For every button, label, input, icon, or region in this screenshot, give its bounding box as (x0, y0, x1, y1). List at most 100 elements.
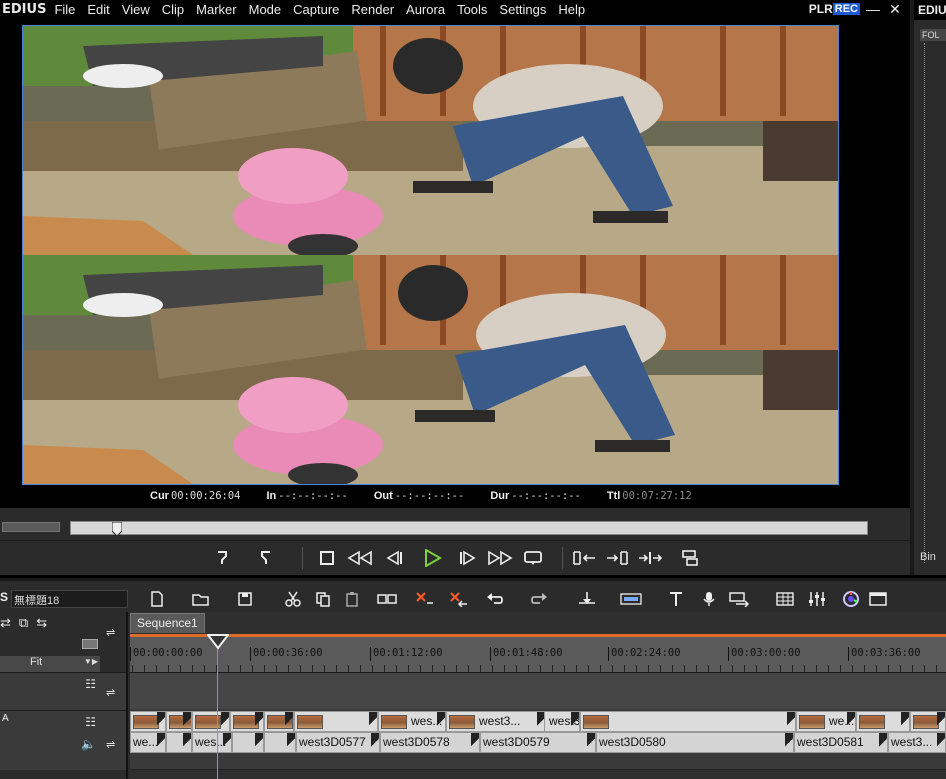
transition-marker[interactable] (183, 712, 191, 731)
ripple-delete-button[interactable] (447, 588, 471, 610)
export-button[interactable] (676, 546, 704, 570)
tab-sequence1[interactable]: Sequence1 (130, 613, 205, 633)
transition-marker[interactable] (847, 712, 855, 731)
zoom-scroll-handle[interactable] (82, 639, 98, 649)
set-marker-button[interactable] (575, 588, 599, 610)
transition-marker[interactable] (879, 733, 887, 752)
save-button[interactable] (233, 588, 257, 610)
fast-forward-button[interactable] (486, 546, 514, 570)
player-mode-button[interactable]: PLR (809, 2, 833, 16)
play-button[interactable] (418, 546, 446, 570)
replace-button[interactable] (636, 546, 664, 570)
voice-over-button[interactable] (697, 588, 721, 610)
transition-marker[interactable] (287, 733, 295, 752)
overwrite-button[interactable] (604, 546, 632, 570)
open-project-button[interactable] (189, 588, 213, 610)
menu-aurora[interactable]: Aurora (406, 2, 445, 17)
video-clip[interactable]: we... (796, 711, 856, 732)
step-forward-button[interactable] (454, 546, 482, 570)
track-monitor-icon[interactable]: ☷ (85, 677, 96, 691)
video-track[interactable] (130, 672, 946, 710)
audio-clip[interactable] (232, 732, 264, 753)
video-clip[interactable] (580, 711, 796, 732)
layout-button[interactable] (867, 588, 891, 610)
transition-marker[interactable] (471, 733, 479, 752)
sync-toggle-icon[interactable]: ⇌ (106, 738, 115, 751)
timeline-ruler[interactable]: 00:00:00:00 00:00:36:00 00:01:12:00 00:01:4… (130, 634, 946, 672)
cut-button[interactable] (281, 588, 305, 610)
transition-marker[interactable] (157, 733, 165, 752)
audio-clip[interactable] (166, 732, 192, 753)
transition-marker[interactable] (937, 733, 945, 752)
copy-button[interactable] (311, 588, 335, 610)
video-clip[interactable] (910, 711, 946, 732)
audio-clip[interactable]: west3D0581 (794, 732, 888, 753)
transition-marker[interactable] (183, 733, 191, 752)
video-clip[interactable]: west3... (446, 711, 546, 732)
stop-button[interactable] (313, 546, 341, 570)
folder-tree[interactable] (924, 43, 926, 563)
video-clip[interactable]: west3D0580 (544, 711, 580, 732)
audio-clip[interactable]: west3D0578 (380, 732, 480, 753)
transition-marker[interactable] (571, 712, 579, 731)
delete-button[interactable] (413, 588, 437, 610)
track-video-icon[interactable]: ☷ (85, 715, 96, 729)
track-expand-icon[interactable]: ⇄ (0, 615, 11, 637)
video-clip[interactable] (294, 711, 378, 732)
scrub-track[interactable] (70, 521, 868, 536)
playhead-line[interactable] (217, 634, 218, 779)
audio-clip[interactable]: west3... (888, 732, 946, 753)
transition-marker[interactable] (369, 712, 377, 731)
menu-tools[interactable]: Tools (457, 2, 487, 17)
redo-button[interactable] (527, 588, 551, 610)
output-button[interactable] (727, 588, 751, 610)
transition-marker[interactable] (937, 712, 945, 731)
set-out-button[interactable] (252, 546, 280, 570)
menu-capture[interactable]: Capture (293, 2, 339, 17)
render-settings-button[interactable] (773, 588, 797, 610)
menu-marker[interactable]: Marker (196, 2, 236, 17)
audio-clip[interactable]: west3D0579 (480, 732, 596, 753)
playhead-handle[interactable] (207, 634, 229, 650)
video-clip[interactable] (856, 711, 910, 732)
new-sequence-button[interactable] (145, 588, 169, 610)
menu-view[interactable]: View (122, 2, 150, 17)
audio-clip[interactable] (264, 732, 296, 753)
recorder-mode-button[interactable]: REC (832, 3, 860, 15)
step-back-button[interactable] (380, 546, 408, 570)
menu-settings[interactable]: Settings (499, 2, 546, 17)
transition-marker[interactable] (785, 733, 793, 752)
audio-clip[interactable]: west3D0577 (296, 732, 380, 753)
audio-clip[interactable]: we... (130, 732, 166, 753)
audio-clip[interactable]: wes... (192, 732, 232, 753)
paste-button[interactable] (341, 588, 365, 610)
menu-file[interactable]: File (54, 2, 75, 17)
timeline-area[interactable]: Sequence1 00:00:00:00 00:00:36:00 00:01:12… (130, 612, 946, 779)
mixer-button[interactable] (619, 588, 643, 610)
transition-marker[interactable] (221, 712, 229, 731)
folder-tab[interactable]: FOL (920, 29, 946, 41)
menu-render[interactable]: Render (351, 2, 394, 17)
transition-marker[interactable] (255, 733, 263, 752)
bin-tab[interactable]: Bin (920, 551, 936, 563)
title-button[interactable] (665, 588, 689, 610)
transition-marker[interactable] (587, 733, 595, 752)
video-clip[interactable]: wes... (378, 711, 446, 732)
video-clip[interactable] (192, 711, 230, 732)
sync-button[interactable] (375, 588, 399, 610)
zoom-fit-select[interactable]: Fit ▼▶ (0, 656, 100, 672)
menu-mode[interactable]: Mode (249, 2, 282, 17)
transition-marker[interactable] (371, 733, 379, 752)
set-in-button[interactable] (208, 546, 236, 570)
loop-button[interactable] (520, 546, 548, 570)
insert-button[interactable] (570, 546, 598, 570)
undo-button[interactable] (483, 588, 507, 610)
video-clip[interactable] (230, 711, 264, 732)
menu-help[interactable]: Help (558, 2, 585, 17)
video-clip[interactable] (264, 711, 294, 732)
transition-marker[interactable] (901, 712, 909, 731)
rewind-button[interactable] (346, 546, 374, 570)
audio-clip[interactable]: west3D0580 (596, 732, 794, 753)
transition-marker[interactable] (285, 712, 293, 731)
transition-marker[interactable] (255, 712, 263, 731)
